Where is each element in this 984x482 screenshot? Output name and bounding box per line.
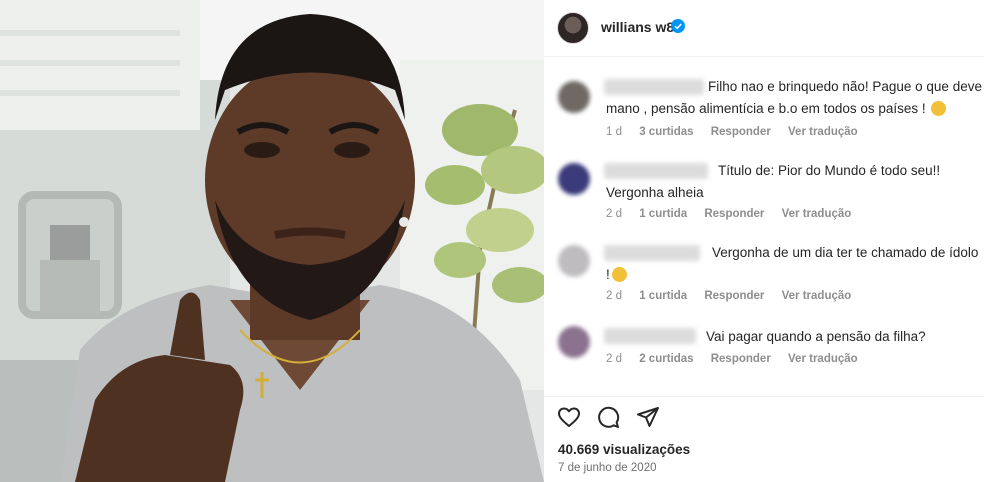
heart-icon[interactable] [557,405,581,429]
comment-time: 1 d [606,126,622,138]
commenter-avatar[interactable] [558,326,590,358]
comment-time: 2 d [606,208,622,220]
comment-meta: 2 d 2 curtidas Responder Ver tradução [606,353,872,365]
comment-text: Vai pagar quando a pensão da filha? [606,326,982,348]
comment-line: mano , pensão alimentícia e b.o em todos… [606,101,926,116]
see-translation-button[interactable]: Ver tradução [788,353,858,365]
comment-time: 2 d [606,290,622,302]
persevering-face-emoji [611,267,627,282]
see-translation-button[interactable]: Ver tradução [782,208,852,220]
comment-likes-link[interactable]: 2 curtidas [639,353,693,365]
verified-badge-icon [671,19,685,33]
post-header: willians w8 [544,0,984,57]
comment-meta: 1 d 3 curtidas Responder Ver tradução [606,126,872,138]
comment-text: Título de: Pior do Mundo é todo seu!! Ve… [606,160,982,204]
comment-likes-link[interactable]: 3 curtidas [639,126,693,138]
profile-username[interactable]: willians w8 [601,19,674,35]
comment-text: Filho nao e brinquedo não! Pague o que d… [606,76,982,120]
view-count[interactable]: 40.669 visualizações [558,442,690,457]
paper-plane-icon[interactable] [636,405,660,429]
post-video[interactable] [0,0,544,482]
comment-line: Vai pagar quando a pensão da filha? [706,329,926,344]
comment-time: 2 d [606,353,622,365]
reply-button[interactable]: Responder [704,290,764,302]
commenter-avatar[interactable] [558,245,590,277]
see-translation-button[interactable]: Ver tradução [788,126,858,138]
comment-likes-link[interactable]: 1 curtida [639,290,687,302]
comment-bubble-icon[interactable] [596,405,620,429]
comment-line-with-emoji: ! [606,264,982,286]
comment-meta: 2 d 1 curtida Responder Ver tradução [606,208,865,220]
comment-meta: 2 d 1 curtida Responder Ver tradução [606,290,865,302]
comment-line: ! [606,267,610,282]
clapping-hands-emoji [931,101,947,116]
comment-line: Filho nao e brinquedo não! Pague o que d… [708,79,982,94]
commenter-avatar[interactable] [558,163,590,195]
post-date: 7 de junho de 2020 [558,462,657,474]
profile-avatar[interactable] [557,12,589,44]
comment-text: Vergonha de um dia ter te chamado de ído… [606,242,982,286]
post-panel: willians w8 Filho nao e brinquedo não! P… [544,0,984,482]
comment-line: Título de: Pior do Mundo é todo seu!! [718,163,941,178]
comment-likes-link[interactable]: 1 curtida [639,208,687,220]
reply-button[interactable]: Responder [704,208,764,220]
comment-line: Vergonha alheia [606,185,704,200]
reply-button[interactable]: Responder [711,353,771,365]
comment-line-with-emoji: mano , pensão alimentícia e b.o em todos… [606,98,982,120]
post-actions-bar [544,396,984,437]
see-translation-button[interactable]: Ver tradução [782,290,852,302]
reply-button[interactable]: Responder [711,126,771,138]
video-frame-illustration [0,0,544,482]
commenter-avatar[interactable] [558,81,590,113]
comment-line: Vergonha de um dia ter te chamado de ído… [712,245,979,260]
